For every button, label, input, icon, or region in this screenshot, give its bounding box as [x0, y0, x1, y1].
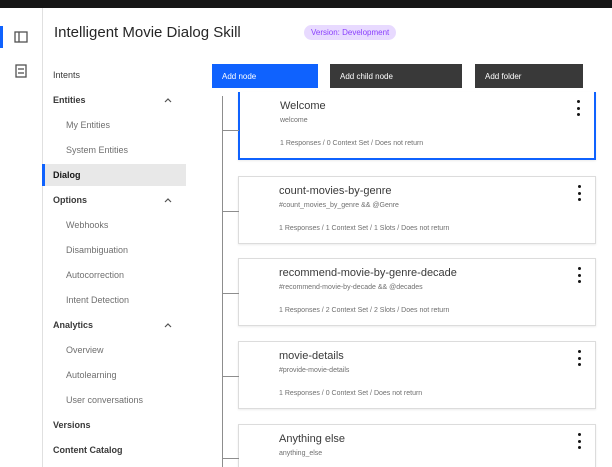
dialog-node-anything-else[interactable]: Anything else anything_else [238, 424, 596, 467]
tree-branch [223, 376, 239, 377]
overflow-menu-icon[interactable] [575, 185, 583, 201]
nav-item-label: Webhooks [66, 220, 109, 230]
add-node-button[interactable]: Add node [212, 64, 318, 88]
tree-connector-line [222, 96, 223, 467]
side-nav: Intents Entities My Entities System Enti… [42, 58, 188, 467]
add-folder-button[interactable]: Add folder [475, 64, 583, 88]
nav-item-user-conversations[interactable]: User conversations [42, 389, 186, 411]
node-title: count-movies-by-genre [279, 185, 392, 197]
chevron-up-icon [164, 198, 172, 203]
nav-item-label: User conversations [66, 395, 144, 405]
chevron-up-icon [164, 323, 172, 328]
left-rail [0, 8, 43, 467]
tree-branch [223, 211, 239, 212]
nav-item-my-entities[interactable]: My Entities [42, 114, 186, 136]
nav-item-dialog[interactable]: Dialog [42, 164, 186, 186]
nav-item-entities[interactable]: Entities [42, 89, 186, 111]
top-strip [0, 0, 612, 8]
node-condition: anything_else [279, 450, 323, 457]
tree-branch [223, 458, 239, 459]
page-title: Intelligent Movie Dialog Skill [54, 24, 241, 41]
nav-item-autocorrection[interactable]: Autocorrection [42, 264, 186, 286]
nav-item-intent-detection[interactable]: Intent Detection [42, 289, 186, 311]
dialog-node-movie-details[interactable]: movie-details #provide-movie-details 1 R… [238, 341, 596, 409]
dialog-node-welcome[interactable]: Welcome welcome 1 Responses / 0 Context … [238, 92, 596, 160]
nav-item-analytics[interactable]: Analytics [42, 314, 186, 336]
nav-item-webhooks[interactable]: Webhooks [42, 214, 186, 236]
chevron-up-icon [164, 98, 172, 103]
nav-item-label: Versions [53, 420, 91, 430]
node-condition: #recommend-movie-by-decade && @decades [279, 284, 423, 291]
node-condition: #provide-movie-details [279, 367, 350, 374]
nav-item-label: Analytics [53, 320, 94, 330]
nav-item-content-catalog[interactable]: Content Catalog [42, 439, 186, 461]
assistant-icon[interactable] [12, 62, 30, 80]
nav-item-label: System Entities [66, 145, 129, 155]
nav-item-label: My Entities [66, 120, 111, 130]
node-title: recommend-movie-by-genre-decade [279, 267, 457, 279]
nav-item-label: Autocorrection [66, 270, 125, 280]
dialog-node-recommend-movie-by-genre-decade[interactable]: recommend-movie-by-genre-decade #recomme… [238, 258, 596, 326]
version-tag: Version: Development [304, 25, 397, 40]
tree-branch [223, 130, 239, 131]
overflow-menu-icon[interactable] [575, 350, 583, 366]
node-summary: 1 Responses / 0 Context Set / Does not r… [279, 390, 423, 397]
dialog-node-count-movies-by-genre[interactable]: count-movies-by-genre #count_movies_by_g… [238, 176, 596, 244]
tree-branch [223, 293, 239, 294]
nav-item-label: Intent Detection [66, 295, 130, 305]
node-summary: 1 Responses / 2 Context Set / 2 Slots / … [279, 307, 450, 314]
node-condition: welcome [280, 117, 308, 124]
nav-item-label: Intents [53, 70, 81, 80]
skills-icon[interactable] [0, 26, 30, 48]
overflow-menu-icon[interactable] [575, 433, 583, 449]
nav-item-disambiguation[interactable]: Disambiguation [42, 239, 186, 261]
node-title: Anything else [279, 433, 346, 445]
node-title: movie-details [279, 350, 344, 362]
nav-item-versions[interactable]: Versions [42, 414, 186, 436]
nav-item-label: Entities [53, 95, 86, 105]
nav-item-label: Overview [66, 345, 104, 355]
overflow-menu-icon[interactable] [574, 100, 582, 116]
node-condition: #count_movies_by_genre && @Genre [279, 202, 399, 209]
node-title: Welcome [280, 100, 326, 112]
page-header: Intelligent Movie Dialog Skill Version: … [42, 8, 612, 58]
nav-item-label: Dialog [53, 170, 81, 180]
nav-item-options[interactable]: Options [42, 189, 186, 211]
nav-item-autolearning[interactable]: Autolearning [42, 364, 186, 386]
nav-item-label: Content Catalog [53, 445, 123, 455]
node-summary: 1 Responses / 1 Context Set / 1 Slots / … [279, 225, 450, 232]
nav-item-intents[interactable]: Intents [42, 64, 186, 86]
add-child-node-button[interactable]: Add child node [330, 64, 462, 88]
nav-item-system-entities[interactable]: System Entities [42, 139, 186, 161]
node-summary: 1 Responses / 0 Context Set / Does not r… [280, 140, 424, 147]
nav-item-overview[interactable]: Overview [42, 339, 186, 361]
nav-item-label: Autolearning [66, 370, 117, 380]
nav-item-label: Disambiguation [66, 245, 129, 255]
overflow-menu-icon[interactable] [575, 267, 583, 283]
nav-item-label: Options [53, 195, 87, 205]
